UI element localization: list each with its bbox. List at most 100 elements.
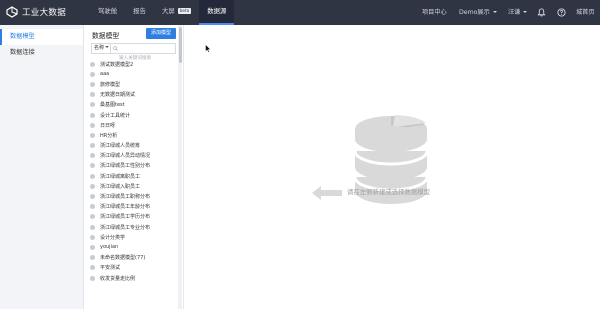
bell-icon[interactable] [537, 8, 546, 17]
add-model-button[interactable]: 添加模型 [146, 28, 176, 39]
beta-badge: beta [177, 8, 192, 14]
model-icon [90, 122, 95, 128]
list-item[interactable]: 浙江绿城员工专业分布 [90, 222, 176, 232]
list-item-label: aaa [100, 71, 110, 78]
list-item[interactable]: 浙江绿城员工年龄分布 [90, 202, 176, 212]
left-sidebar: 数据模型 数据连接 [0, 25, 84, 309]
list-item[interactable]: 浙江绿城离职员工 [90, 171, 176, 181]
model-list-panel: 数据模型 添加模型 名称 测试数据模型2 aaa 旅修模型无数据日期测试桑基图tes… [84, 25, 184, 309]
model-icon [90, 173, 95, 179]
list-item[interactable]: 收发货量走比例 [90, 273, 176, 283]
search-icon [113, 46, 118, 51]
model-icon [90, 224, 95, 230]
nav-label: 数据源 [207, 7, 227, 15]
sidebar-item-data-connection[interactable]: 数据连接 [0, 45, 83, 61]
project-center-link[interactable]: 项目中心 [422, 0, 447, 25]
model-icon [90, 92, 95, 98]
demo-label: Demo展示 [459, 9, 490, 16]
search-row: 名称 [91, 43, 176, 63]
model-icon [90, 275, 95, 281]
scrollbar-track[interactable] [178, 25, 182, 309]
home-link[interactable]: 城首页 [576, 0, 595, 25]
list-item-label: 设计工具统计 [100, 112, 131, 119]
nav-bigscreen[interactable]: 大屏 beta [154, 0, 199, 25]
logo[interactable]: 工业大数据 [6, 6, 66, 18]
list-item[interactable]: 设计分类学 [90, 232, 176, 242]
list-item-label: 浙江绿城人员统筹 [100, 143, 141, 150]
filter-select-value: 名称 [94, 45, 105, 51]
list-item[interactable]: 桑基图test [90, 100, 176, 110]
model-icon [90, 102, 95, 108]
list-item-label: 浙江绿城员工年龄分布 [100, 204, 151, 211]
list-item[interactable]: youjian [90, 242, 176, 252]
search-box [111, 43, 176, 63]
nav-label: 报告 [133, 7, 146, 15]
empty-state-text: 请在左侧新建或选择数据模型 [347, 188, 431, 196]
model-icon [90, 255, 95, 261]
model-icon [90, 194, 95, 200]
help-icon[interactable] [557, 8, 566, 17]
list-item-label: 浙江绿城员工专业分布 [100, 224, 151, 231]
model-icon [90, 244, 95, 250]
nav-datasource[interactable]: 数据源 [199, 0, 235, 25]
model-icon [90, 204, 95, 210]
home-label: 城首页 [576, 9, 595, 16]
mouse-cursor-icon [205, 44, 211, 53]
chevron-down-icon [492, 11, 497, 13]
list-item-label: 浙江绿城入职员工 [100, 183, 141, 190]
list-item-label: 平安测试 [100, 265, 121, 272]
list-item[interactable]: 设计工具统计 [90, 110, 176, 120]
arrow-left-icon [312, 186, 342, 200]
model-icon [90, 132, 95, 138]
list-item-label: 无数据日期测试 [100, 92, 136, 99]
list-item-label: 浙江绿城人员异动情况 [100, 153, 151, 160]
list-item[interactable]: 浙江绿城员工职称分布 [90, 191, 176, 201]
nav-report[interactable]: 报告 [125, 0, 154, 25]
model-icon [90, 265, 95, 271]
sidebar-item-label: 数据模型 [10, 33, 35, 40]
model-icon [90, 61, 95, 67]
list-item[interactable]: aaa [90, 69, 176, 79]
nav-cockpit[interactable]: 驾驶舱 [90, 0, 125, 25]
list-item-label: 收发货量走比例 [100, 275, 136, 282]
list-item-label: 浙江绿城员工学历分布 [100, 214, 151, 221]
model-icon [90, 234, 95, 240]
app-title: 工业大数据 [22, 8, 67, 18]
list-item[interactable]: 浙江绿城人员统筹 [90, 141, 176, 151]
user-name: 汪谦 [508, 9, 521, 16]
list-item[interactable]: 日日呀 [90, 120, 176, 130]
list-item-label: 日日呀 [100, 122, 116, 129]
list-item-label: HR分析 [100, 132, 118, 139]
model-icon [90, 81, 95, 87]
nav-label: 驾驶舱 [98, 7, 118, 15]
list-item-label: 浙江绿城员工性别分布 [100, 163, 151, 170]
list-item-label: 设计分类学 [100, 234, 126, 241]
panel-title: 数据模型 [92, 32, 120, 40]
user-dropdown[interactable]: 汪谦 [508, 0, 528, 25]
model-icon [90, 153, 95, 159]
sidebar-item-data-model[interactable]: 数据模型 [0, 29, 83, 45]
filter-select[interactable]: 名称 [91, 43, 111, 54]
list-item[interactable]: 浙江绿城入职员工 [90, 181, 176, 191]
logo-icon [6, 6, 18, 18]
model-icon [90, 112, 95, 118]
list-item[interactable]: 浙江绿城员工学历分布 [90, 212, 176, 222]
list-item-label: 未命名数据模型(77) [100, 255, 146, 262]
list-item-label: 桑基图test [100, 102, 125, 109]
chevron-down-icon [105, 46, 110, 48]
list-item[interactable]: HR分析 [90, 130, 176, 140]
list-item[interactable]: 未命名数据模型(77) [90, 253, 176, 263]
scrollbar-thumb[interactable] [179, 27, 182, 63]
list-item[interactable]: 测试数据模型2 [90, 59, 176, 69]
list-item[interactable]: 无数据日期测试 [90, 90, 176, 100]
list-item-label: 测试数据模型2 [100, 61, 134, 68]
main-content: 请在左侧新建或选择数据模型 [185, 25, 600, 309]
list-item[interactable]: 平安测试 [90, 263, 176, 273]
model-icon [90, 143, 95, 149]
sidebar-item-label: 数据连接 [10, 49, 35, 56]
demo-dropdown[interactable]: Demo展示 [459, 0, 497, 25]
list-item[interactable]: 浙江绿城员工性别分布 [90, 161, 176, 171]
list-item[interactable]: 浙江绿城人员异动情况 [90, 151, 176, 161]
list-item[interactable]: 旅修模型 [90, 79, 176, 89]
list-item-label: 浙江绿城员工职称分布 [100, 194, 151, 201]
